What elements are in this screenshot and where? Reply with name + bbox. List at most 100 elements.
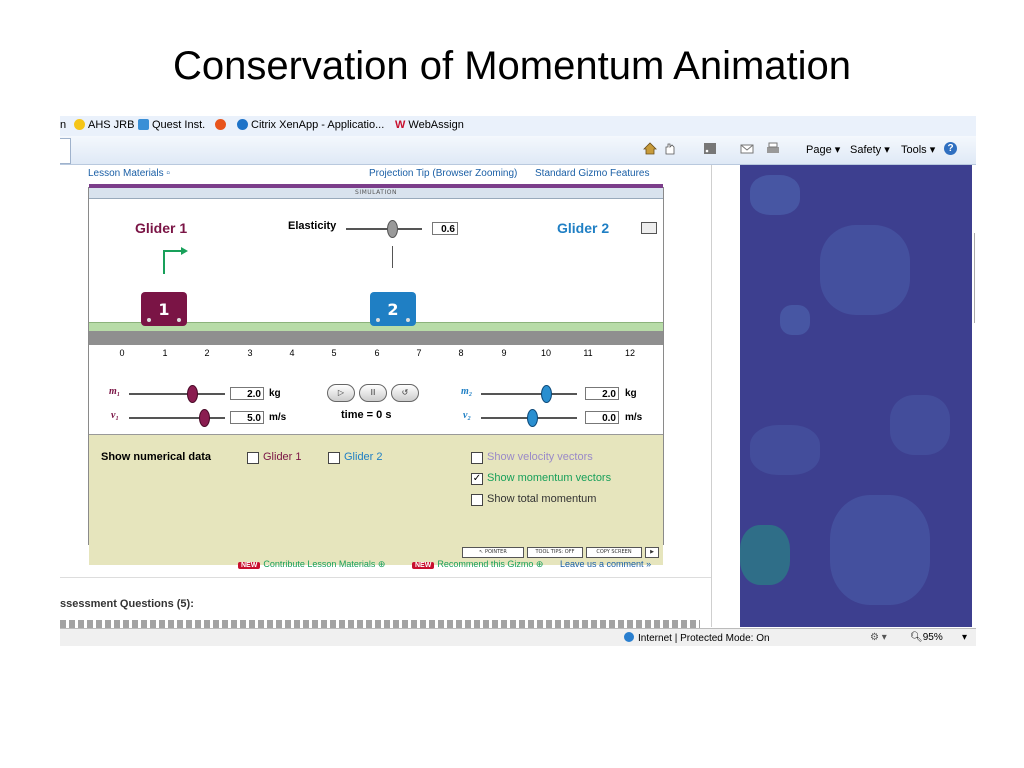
page-divider: [711, 165, 712, 627]
decorative-logo-shape: [890, 395, 950, 455]
total-momentum-checkbox[interactable]: [471, 494, 483, 506]
v2-label: v₂: [463, 410, 471, 421]
play-small-icon[interactable]: ▶: [645, 547, 659, 558]
pause-button[interactable]: II: [359, 384, 387, 402]
zoom-level[interactable]: 🔍︎95%: [910, 632, 943, 643]
command-bar: Page ▾ Safety ▾ Tools ▾ ?: [60, 136, 976, 165]
elasticity-value[interactable]: 0.6: [432, 222, 458, 235]
contribute-link[interactable]: NEW Contribute Lesson Materials ⊕: [238, 559, 385, 570]
glider-1-data-checkbox[interactable]: [247, 452, 259, 464]
projection-tip-link[interactable]: Projection Tip (Browser Zooming): [369, 168, 517, 179]
settings-icon[interactable]: ⚙ ▾: [870, 632, 887, 643]
elasticity-slider-track[interactable]: [346, 228, 422, 230]
favorite-ahs-jrb[interactable]: AHS JRB: [74, 119, 134, 131]
ruler-tick: 3: [247, 348, 253, 358]
pointer-button[interactable]: ↖ POINTER: [462, 547, 524, 558]
ruler-tick: 12: [624, 348, 635, 358]
feeds-icon[interactable]: [703, 142, 717, 155]
glider-2-data-label: Glider 2: [344, 451, 383, 463]
tool-tips-button[interactable]: TOOL TIPS: OFF: [527, 547, 583, 558]
glider-1[interactable]: 1: [141, 292, 187, 326]
favorite-partial[interactable]: n: [60, 119, 66, 131]
browser-screenshot: n AHS JRB Quest Inst. Citrix XenApp - Ap…: [60, 116, 976, 646]
home-icon[interactable]: [643, 142, 657, 155]
tools-menu[interactable]: Tools ▾: [901, 143, 935, 156]
print-icon[interactable]: [766, 142, 780, 155]
m1-label: m₁: [109, 386, 121, 397]
ruler-tick: 2: [204, 348, 210, 358]
glider-2-pointer-line: [392, 246, 393, 268]
decorative-logo-shape: [820, 225, 910, 315]
air-track-base: [89, 331, 663, 345]
ruler-tick: 9: [501, 348, 507, 358]
slide-title: Conservation of Momentum Animation: [172, 44, 852, 88]
ie-page-icon: [138, 119, 149, 130]
play-button[interactable]: ▷: [327, 384, 355, 402]
new-badge: NEW: [238, 562, 261, 569]
wheel: [147, 318, 151, 322]
citrix-icon: [237, 119, 248, 130]
assessment-title: ssessment Questions (5):: [60, 598, 194, 610]
m2-slider-knob[interactable]: [541, 385, 552, 403]
mail-icon[interactable]: [740, 142, 754, 155]
browser-tab[interactable]: [60, 138, 71, 164]
safety-menu[interactable]: Safety ▾: [850, 143, 890, 156]
glider-2[interactable]: 2: [370, 292, 416, 326]
show-numerical-data-label: Show numerical data: [101, 451, 212, 463]
v2-value[interactable]: 0.0: [585, 411, 619, 424]
decorative-logo-shape: [740, 525, 790, 585]
lesson-materials-link[interactable]: Lesson Materials ▫: [88, 168, 170, 179]
comment-link[interactable]: Leave us a comment »: [560, 559, 651, 569]
hand-icon[interactable]: [663, 142, 677, 155]
v1-label: v₁: [111, 410, 119, 421]
total-momentum-label: Show total momentum: [487, 493, 597, 505]
plus-circle-icon: ⊕: [535, 559, 544, 569]
momentum-vectors-checkbox[interactable]: ✓: [471, 473, 483, 485]
v1-unit: m/s: [269, 412, 287, 423]
decorative-logo-shape: [750, 175, 800, 215]
help-icon[interactable]: ?: [944, 142, 957, 155]
v1-slider-track[interactable]: [129, 417, 225, 419]
position-ruler: 0 1 2 3 4 5 6 7 8 9 10 11 12: [89, 348, 663, 360]
new-badge: NEW: [412, 562, 435, 569]
internet-zone[interactable]: Internet | Protected Mode: On: [624, 632, 770, 644]
smiley-icon: [74, 119, 85, 130]
favorite-webassign[interactable]: W WebAssign: [395, 119, 464, 131]
plus-circle-icon: ⊕: [377, 559, 386, 569]
favorite-burst[interactable]: [215, 119, 229, 131]
velocity-vectors-label: Show velocity vectors: [487, 451, 593, 463]
options-pane: Show numerical data Glider 1 Glider 2 Sh…: [89, 434, 663, 565]
camera-icon[interactable]: [641, 222, 657, 234]
v1-slider-knob[interactable]: [199, 409, 210, 427]
velocity-vectors-checkbox[interactable]: [471, 452, 483, 464]
v2-slider-knob[interactable]: [527, 409, 538, 427]
standard-features-link[interactable]: Standard Gizmo Features: [535, 168, 650, 179]
gizmo-simulation: SIMULATION Glider 1 Glider 2 Elasticity …: [88, 184, 664, 565]
m2-value[interactable]: 2.0: [585, 387, 619, 400]
m2-unit: kg: [625, 388, 637, 399]
m1-slider-knob[interactable]: [187, 385, 198, 403]
glider-2-data-checkbox[interactable]: [328, 452, 340, 464]
ruler-tick: 8: [458, 348, 464, 358]
zoom-dropdown-icon[interactable]: ▾: [962, 632, 967, 643]
reset-button[interactable]: ↺: [391, 384, 419, 402]
burst-icon: [215, 119, 226, 130]
m1-slider-track[interactable]: [129, 393, 225, 395]
m1-value[interactable]: 2.0: [230, 387, 264, 400]
copy-screen-button[interactable]: COPY SCREEN: [586, 547, 642, 558]
external-window-icon: ▫: [166, 168, 170, 179]
recommend-link[interactable]: NEW Recommend this Gizmo ⊕: [412, 559, 543, 570]
favorite-quest-inst[interactable]: Quest Inst.: [138, 119, 205, 131]
glider-1-label: Glider 1: [135, 220, 188, 236]
double-chevron-icon: »: [646, 559, 652, 569]
m2-slider-track[interactable]: [481, 393, 577, 395]
elasticity-label: Elasticity: [288, 220, 337, 232]
side-decorative-panel: [740, 165, 972, 627]
elasticity-slider-knob[interactable]: [387, 220, 398, 238]
gizmo-page: Lesson Materials ▫ Projection Tip (Brows…: [60, 165, 711, 577]
scrollbar-edge: [974, 233, 975, 323]
page-menu[interactable]: Page ▾: [806, 143, 840, 156]
v1-value[interactable]: 5.0: [230, 411, 264, 424]
momentum-vector-arrow: [163, 247, 188, 274]
favorite-citrix[interactable]: Citrix XenApp - Applicatio...: [237, 119, 384, 131]
